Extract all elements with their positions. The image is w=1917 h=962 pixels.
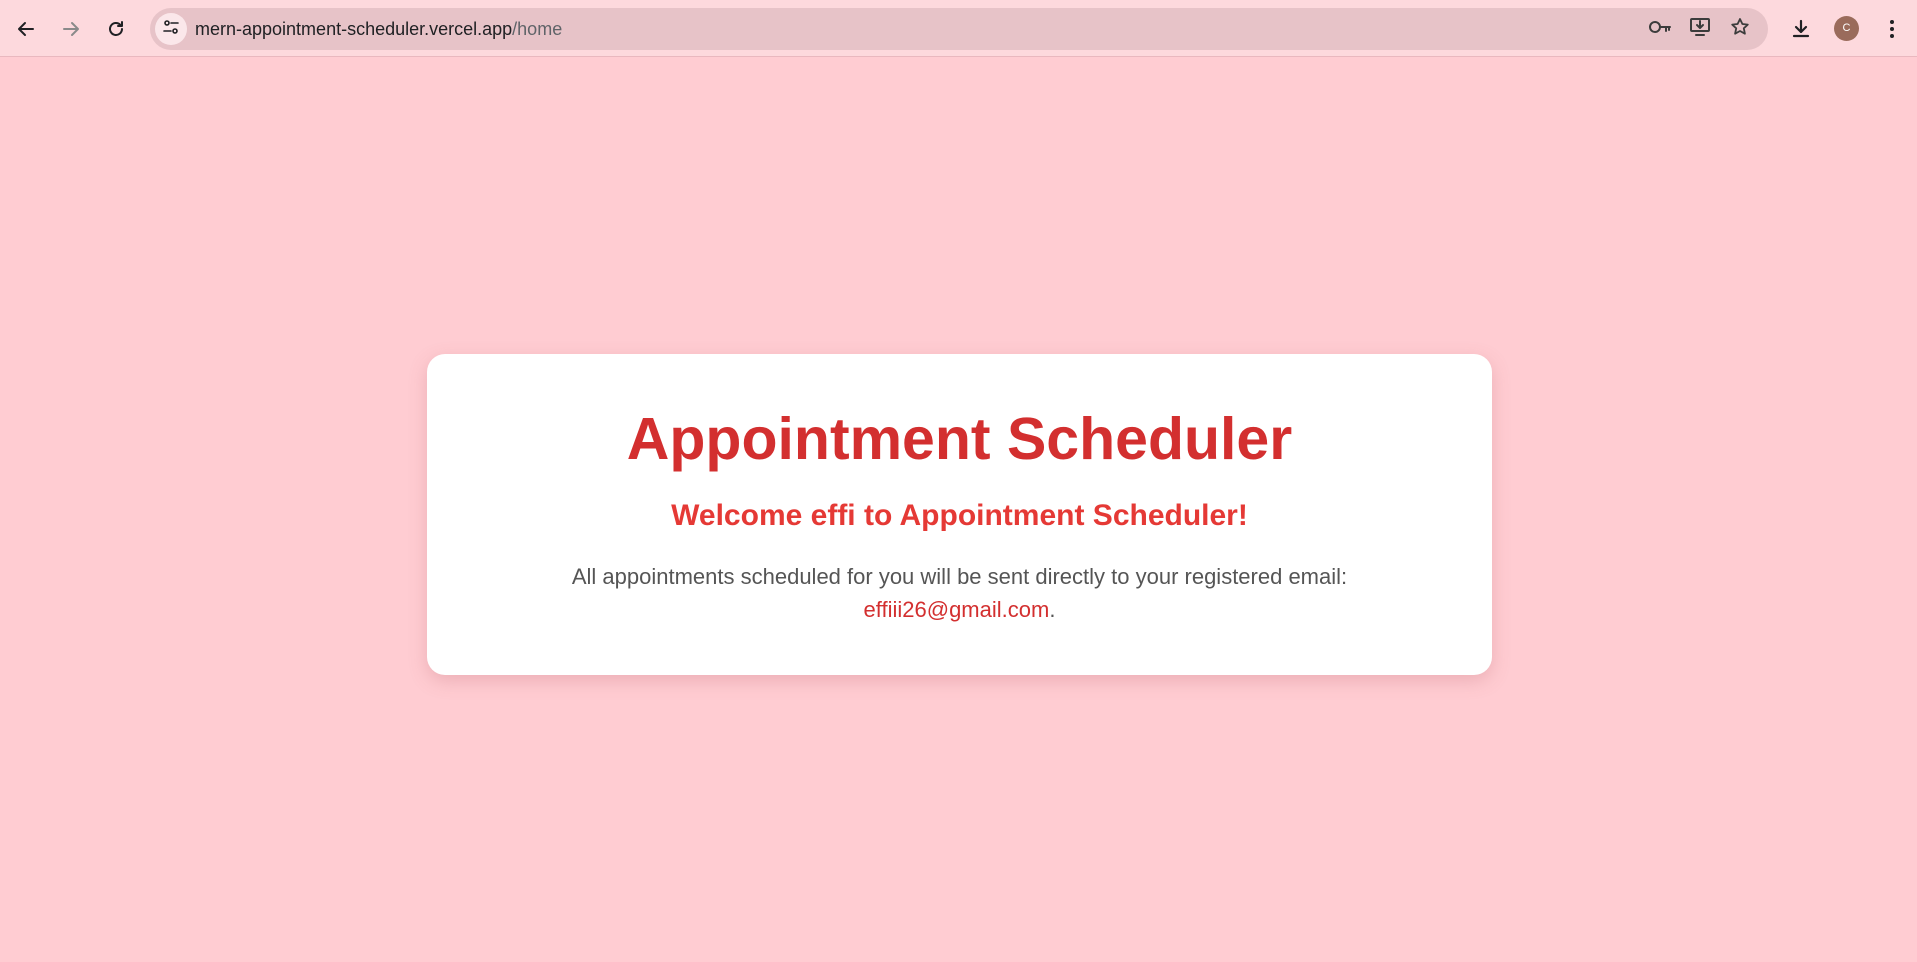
install-app-button[interactable]: [1684, 13, 1716, 45]
site-info-button[interactable]: [155, 13, 187, 45]
email-info-text: All appointments scheduled for you will …: [487, 560, 1432, 626]
tune-icon: [162, 18, 180, 41]
url-text[interactable]: mern-appointment-scheduler.vercel.app/ho…: [195, 19, 562, 39]
download-icon: [1790, 18, 1812, 40]
key-icon: [1648, 18, 1672, 41]
browser-toolbar: mern-appointment-scheduler.vercel.app/ho…: [0, 0, 1917, 57]
page-title: Appointment Scheduler: [626, 406, 1293, 472]
welcome-card: Appointment Scheduler Welcome effi to Ap…: [427, 354, 1492, 675]
bookmark-button[interactable]: [1724, 13, 1756, 45]
reload-icon: [106, 19, 126, 39]
arrow-left-icon: [16, 19, 36, 39]
back-button[interactable]: [8, 11, 44, 47]
install-app-icon: [1689, 17, 1711, 42]
profile-avatar[interactable]: C: [1834, 16, 1859, 41]
kebab-menu-icon: [1889, 19, 1895, 39]
welcome-heading: Welcome effi to Appointment Scheduler!: [671, 499, 1248, 532]
password-manager-button[interactable]: [1644, 13, 1676, 45]
url-host: mern-appointment-scheduler.vercel.app: [195, 19, 513, 39]
star-icon: [1730, 17, 1750, 42]
browser-menu-button[interactable]: [1874, 11, 1910, 47]
email-trailing-period: .: [1049, 597, 1056, 622]
registered-email-link[interactable]: effiii26@gmail.com: [864, 597, 1050, 622]
forward-button[interactable]: [53, 11, 89, 47]
email-info-message: All appointments scheduled for you will …: [571, 564, 1348, 589]
arrow-right-icon: [61, 19, 81, 39]
url-path: /home: [512, 19, 563, 39]
downloads-button[interactable]: [1783, 11, 1819, 47]
reload-button[interactable]: [98, 11, 134, 47]
address-bar[interactable]: mern-appointment-scheduler.vercel.app/ho…: [150, 8, 1768, 50]
